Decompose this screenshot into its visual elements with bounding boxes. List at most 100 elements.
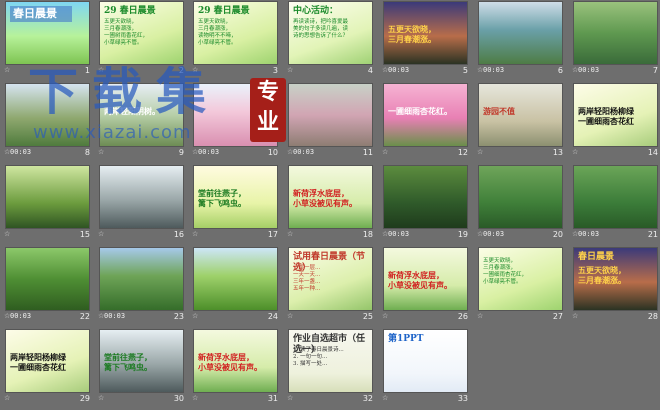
transition-star-icon: ☆ [477, 148, 484, 156]
slide-thumbnail[interactable]: 春日晨景 五更天欲晓， 三月春潮涨。 ☆ 28 [570, 246, 660, 326]
slide-preview[interactable] [288, 83, 373, 147]
slide-preview[interactable]: 新荷浮水底层， 小草没被见有声。 [288, 165, 373, 229]
slide-thumbnail[interactable]: 一圃细雨杏花红。 ☆ 12 [380, 82, 474, 162]
slide-title: 第1PPT [388, 334, 424, 344]
slide-preview[interactable]: 春日晨景五更天欲晓， 三月春潮涨。 [573, 247, 658, 311]
slide-preview[interactable]: 堂前往燕子， 篱下飞鸣虫。 [193, 165, 278, 229]
slide-preview[interactable]: 五更天欲晓， 三月春潮涨。 [383, 1, 468, 65]
slide-number: 19 [457, 230, 468, 239]
slide-number: 11 [362, 148, 373, 157]
slide-preview[interactable]: 两岸轻阳杨柳绿 一圃细雨杏花红 [573, 83, 658, 147]
transition-star-icon: ☆ [572, 312, 579, 320]
slide-thumbnail[interactable]: ☆ 00:03 19 [380, 164, 474, 244]
slide-preview[interactable]: 一圃细雨杏花红。 [383, 83, 468, 147]
slide-text-line: 2. 一句一句... [293, 353, 328, 360]
slide-preview[interactable]: 中心活动： 再读读诗，把吟喜爱最 美的句子多读几遍，读 诗的思想告诉了什么？ [288, 1, 373, 65]
slide-preview[interactable]: 第1PPT [383, 329, 468, 393]
slide-preview[interactable] [193, 247, 278, 311]
transition-star-icon: ☆ [382, 148, 389, 156]
slide-number: 32 [362, 394, 373, 403]
slide-thumbnail[interactable]: 两岸轻阳杨柳绿 一圃细雨杏花红 ☆ 29 [2, 328, 96, 408]
slide-text-line: 五更天欲晓， [578, 265, 626, 275]
slide-preview[interactable]: 新荷浮水底层， 小草没被见有声。 [193, 329, 278, 393]
slide-text-line: 堂前往燕子， [104, 352, 152, 362]
slide-thumbnail[interactable]: 作业自选超市（任选一） 1. 读了春日晨景诗... 2. 一句一句... 3. 描写一… [285, 328, 379, 408]
slide-thumbnail[interactable]: 五更天欲晓， 三月春潮涨。 ☆ 00:03 5 [380, 0, 474, 80]
slide-timing: 00:03 [104, 312, 126, 320]
slide-thumbnail[interactable]: 两岸轻阳杨柳绿 一圃细雨杏花红 ☆ 14 [570, 82, 660, 162]
slide-text-line: 五更天欲晓， [388, 24, 436, 34]
slide-preview[interactable] [99, 247, 184, 311]
slide-thumbnail[interactable]: ☆ 16 [96, 164, 190, 244]
slide-text-line: 新荷浮水底层， [293, 188, 349, 198]
slide-number: 16 [173, 230, 184, 239]
slide-text: 一层一层... 一天一天... 三年一盏... 五年一种... [293, 265, 368, 293]
slide-preview[interactable]: 两岸轻阳杨柳绿 一圃细雨杏花红 [5, 329, 90, 393]
slide-thumbnail[interactable]: 堂前往燕子， 篱下飞鸣虫。 ☆ 17 [190, 164, 284, 244]
slide-thumbnail[interactable]: ☆ 00:03 7 [570, 0, 660, 80]
slide-text: 五更天欲晓， 三月春潮涨。 [578, 265, 653, 285]
slide-text-line: 一圃树雨香花红， [104, 32, 149, 39]
slide-text-line: 小草没被见有声。 [388, 280, 452, 290]
slide-text: 1. 读了春日晨景诗... 2. 一句一句... 3. 描写一处... [293, 347, 368, 368]
slide-thumbnail[interactable]: ☆ 00:03 20 [475, 164, 569, 244]
slide-preview[interactable] [99, 165, 184, 229]
slide-preview[interactable]: 游园不值 [478, 83, 563, 147]
slide-number: 31 [267, 394, 278, 403]
transition-star-icon: ☆ [4, 66, 11, 74]
slide-thumbnail[interactable]: ☆ 15 [2, 164, 96, 244]
slide-text-line: 美的句子多读几遍，读 [293, 25, 349, 32]
slide-preview[interactable]: 试用春日晨景（节选） 一层一层... 一天一天... 三年一盏... 五年一种... [288, 247, 373, 311]
slide-text-line: 一圃细雨杏花红， [483, 271, 528, 278]
slide-number: 8 [84, 148, 90, 157]
slide-thumbnail[interactable]: 新荷浮水底层， 小草没被见有声。 ☆ 31 [190, 328, 284, 408]
slide-preview[interactable]: 新荷浮水底层， 小草没被见有声。 [383, 247, 468, 311]
slide-timing: 00:03 [483, 230, 505, 238]
slide-thumbnail[interactable]: ☆ 00:03 6 [475, 0, 569, 80]
slide-preview[interactable] [478, 165, 563, 229]
watermark-title: 下载集 [28, 63, 220, 121]
slide-text-line: 五更天欲晓， [198, 19, 232, 25]
slide-text: 五更天欲晓， 三月春潮涨， 读物明不不啼， 小草绿亮不管。 [198, 19, 273, 47]
slide-preview[interactable] [5, 247, 90, 311]
slide-thumbnail[interactable]: ☆ 00:03 23 [96, 246, 190, 326]
slide-text: 一圃细雨杏花红。 [388, 106, 463, 116]
slide-text: 五更天欲晓， 三月春潮涨。 [388, 24, 463, 44]
slide-preview[interactable]: 作业自选超市（任选一） 1. 读了春日晨景诗... 2. 一句一句... 3. 描写一… [288, 329, 373, 393]
slide-preview[interactable] [573, 1, 658, 65]
slide-number: 26 [457, 312, 468, 321]
slide-title: 春日晨景 [578, 252, 615, 262]
slide-text-line: 小草绿亮不管。 [198, 39, 237, 46]
slide-thumbnail[interactable]: ☆ 00:03 22 [2, 246, 96, 326]
slide-number: 29 [79, 394, 90, 403]
slide-number: 9 [178, 148, 184, 157]
slide-preview[interactable] [573, 165, 658, 229]
slide-thumbnail[interactable]: ☆ 24 [190, 246, 284, 326]
slide-thumbnail[interactable]: 游园不值 ☆ 13 [475, 82, 569, 162]
transition-star-icon: ☆ [477, 312, 484, 320]
slide-timing: 00:03 [388, 66, 410, 74]
slide-text-line: 两岸轻阳杨柳绿 [10, 352, 66, 362]
slide-thumbnail[interactable]: 五更天欲晓， 三月春潮涨， 一圃细雨杏花红， 小草绿亮不管。 ☆ 27 [475, 246, 569, 326]
slide-text-line: 一天一天... [293, 271, 321, 278]
slide-preview[interactable]: 堂前往燕子， 篱下飞鸣虫。 [99, 329, 184, 393]
slide-text: 两岸轻阳杨柳绿 一圃细雨杏花红 [578, 106, 653, 126]
slide-thumbnail[interactable]: ☆ 00:03 11 [285, 82, 379, 162]
slide-thumbnail[interactable]: ☆ 00:03 21 [570, 164, 660, 244]
slide-number: 21 [647, 230, 658, 239]
slide-thumbnail[interactable]: 堂前往燕子， 篱下飞鸣虫。 ☆ 30 [96, 328, 190, 408]
slide-preview[interactable] [478, 1, 563, 65]
slide-preview[interactable] [383, 165, 468, 229]
slide-thumbnail[interactable]: 试用春日晨景（节选） 一层一层... 一天一天... 三年一盏... 五年一种... ☆ 2… [285, 246, 379, 326]
transition-star-icon: ☆ [382, 394, 389, 402]
slide-thumbnail[interactable]: 中心活动： 再读读诗，把吟喜爱最 美的句子多读几遍，读 诗的思想告诉了什么？ ☆ 4 [285, 0, 379, 80]
slide-text: 再读读诗，把吟喜爱最 美的句子多读几遍，读 诗的思想告诉了什么？ [293, 19, 368, 40]
slide-text-line: 篱下飞鸣虫。 [104, 362, 152, 372]
slide-thumbnail[interactable]: 新荷浮水底层， 小草没被见有声。 ☆ 18 [285, 164, 379, 244]
slide-thumbnail[interactable]: 第1PPT ☆ 33 [380, 328, 474, 408]
slide-preview[interactable]: 五更天欲晓， 三月春潮涨， 一圃细雨杏花红， 小草绿亮不管。 [478, 247, 563, 311]
slide-thumbnail[interactable]: 新荷浮水底层， 小草没被见有声。 ☆ 26 [380, 246, 474, 326]
slide-text-line: 三年一盏... [293, 278, 321, 285]
slide-preview[interactable] [5, 165, 90, 229]
slide-timing: 00:03 [10, 148, 32, 156]
